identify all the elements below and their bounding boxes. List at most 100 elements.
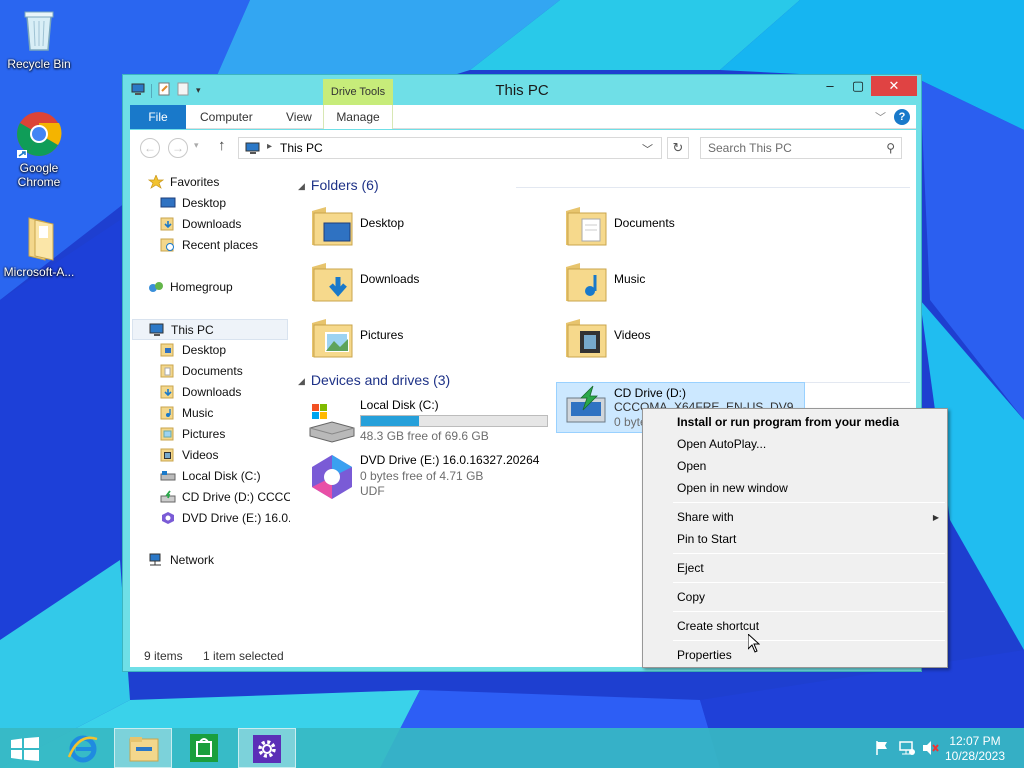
nav-pc-documents[interactable]: Documents	[160, 361, 243, 382]
office-icon	[160, 511, 176, 525]
back-button[interactable]: ←	[140, 138, 160, 158]
cd-drive-icon	[160, 490, 176, 504]
chrome-icon	[15, 110, 63, 158]
folder-tile-pictures[interactable]: Pictures	[308, 311, 538, 363]
network-icon	[148, 553, 164, 567]
menu-item-properties[interactable]: Properties	[677, 648, 732, 662]
videos-icon	[160, 448, 176, 462]
taskbar-file-explorer[interactable]	[114, 728, 172, 768]
system-clock[interactable]: 12:07 PM 10/28/2023	[940, 734, 1010, 764]
tab-view[interactable]: View	[274, 105, 324, 129]
devices-group-header[interactable]: ◢ Devices and drives (3)	[298, 372, 450, 388]
folder-tile-music[interactable]: Music	[562, 255, 792, 307]
documents-folder-icon	[562, 201, 610, 249]
search-icon[interactable]: ⚲	[886, 141, 895, 155]
folder-tile-desktop[interactable]: Desktop	[308, 199, 538, 251]
volume-muted-icon[interactable]	[922, 740, 940, 759]
minimize-button[interactable]: –	[816, 76, 844, 96]
clock-time: 12:07 PM	[949, 734, 1001, 748]
search-input[interactable]	[701, 138, 871, 158]
nav-network[interactable]: Network	[148, 550, 214, 571]
expand-ribbon-icon[interactable]: ﹀	[875, 109, 886, 125]
nav-homegroup[interactable]: Homegroup	[148, 277, 233, 298]
action-center-flag-icon[interactable]	[874, 740, 890, 759]
network-status-icon[interactable]	[898, 740, 916, 759]
menu-item-pin-to-start[interactable]: Pin to Start	[677, 532, 736, 546]
close-button[interactable]: ✕	[871, 76, 917, 96]
desktop-icon-recycle-bin[interactable]: Recycle Bin	[1, 6, 77, 71]
chevron-down-icon[interactable]: ﹀	[642, 141, 653, 157]
folder-tile-downloads[interactable]: Downloads	[308, 255, 538, 307]
forward-button[interactable]: →	[168, 138, 188, 158]
folder-icon	[160, 364, 176, 378]
folder-tile-documents[interactable]: Documents	[562, 199, 792, 251]
breadcrumb-this-pc[interactable]: This PC	[280, 141, 323, 155]
navigation-bar: ← → ▾ ↑ ▸ This PC ﹀ ↻ ⚲	[130, 130, 916, 164]
nav-favorites[interactable]: Favorites	[147, 172, 219, 193]
menu-separator	[673, 582, 945, 583]
nav-pc-local-disk[interactable]: Local Disk (C:)	[160, 466, 261, 487]
taskbar: 12:07 PM 10/28/2023	[0, 728, 1024, 768]
desktop-icon-label: Recycle Bin	[7, 57, 71, 71]
drive-tile-dvd-drive-e[interactable]: DVD Drive (E:) 16.0.16327.20264 0 bytes …	[308, 451, 553, 503]
tab-file[interactable]: File	[130, 105, 186, 129]
menu-item-copy[interactable]: Copy	[677, 590, 705, 604]
start-button[interactable]	[0, 728, 58, 768]
tab-computer[interactable]: Computer	[188, 105, 265, 129]
collapse-icon: ◢	[298, 376, 305, 386]
menu-item-create-shortcut[interactable]: Create shortcut	[677, 619, 759, 633]
group-divider	[516, 187, 910, 188]
address-bar[interactable]: ▸ This PC ﹀	[238, 137, 662, 159]
store-icon	[190, 734, 218, 762]
maximize-button[interactable]: ▢	[844, 76, 872, 96]
folders-group-header[interactable]: ◢ Folders (6)	[298, 177, 379, 193]
context-menu: Install or run program from your media O…	[642, 408, 948, 668]
nav-pc-pictures[interactable]: Pictures	[160, 424, 225, 445]
menu-item-eject[interactable]: Eject	[677, 561, 704, 575]
title-bar[interactable]: ▾ Drive Tools This PC – ▢ ✕	[123, 75, 921, 105]
office-icon	[308, 453, 356, 501]
drive-tile-local-disk-c[interactable]: Local Disk (C:) 48.3 GB free of 69.6 GB	[308, 396, 553, 448]
videos-folder-icon	[562, 313, 610, 361]
computer-icon	[149, 323, 165, 337]
mouse-cursor-icon	[747, 632, 761, 656]
nav-item-desktop[interactable]: Desktop	[160, 193, 226, 214]
nav-pc-desktop[interactable]: Desktop	[160, 340, 226, 361]
nav-pc-videos[interactable]: Videos	[160, 445, 218, 466]
nav-pc-music[interactable]: Music	[160, 403, 213, 424]
music-folder-icon	[562, 257, 610, 305]
menu-item-open-new-window[interactable]: Open in new window	[677, 481, 788, 495]
taskbar-settings[interactable]	[238, 728, 296, 768]
tab-manage[interactable]: Manage	[323, 105, 393, 129]
folder-tile-videos[interactable]: Videos	[562, 311, 792, 363]
desktop-icon-label: Microsoft-A...	[3, 265, 75, 279]
nav-pc-downloads[interactable]: Downloads	[160, 382, 241, 403]
up-button[interactable]: ↑	[218, 137, 226, 154]
cd-drive-icon	[563, 384, 611, 432]
nav-item-recent-places[interactable]: Recent places	[160, 235, 258, 256]
nav-item-downloads[interactable]: Downloads	[160, 214, 241, 235]
submenu-arrow-icon: ▶	[932, 513, 939, 522]
desktop-icon-google-chrome[interactable]: Google Chrome	[1, 110, 77, 189]
collapse-icon: ◢	[298, 181, 305, 191]
menu-item-open[interactable]: Open	[677, 459, 706, 473]
gear-icon	[253, 735, 281, 763]
taskbar-internet-explorer[interactable]	[54, 728, 112, 768]
pictures-icon	[160, 427, 176, 441]
refresh-button[interactable]: ↻	[667, 137, 689, 159]
taskbar-store[interactable]	[176, 728, 234, 768]
desktop-icon-microsoft-a[interactable]: Microsoft-A...	[1, 214, 77, 279]
homegroup-icon	[148, 280, 164, 294]
nav-pc-cd-drive[interactable]: CD Drive (D:) CCCOMA_X64FRE_EN-US_DV9	[160, 487, 290, 508]
downloads-folder-icon	[308, 257, 356, 305]
help-icon[interactable]: ?	[894, 109, 910, 125]
recent-locations-icon[interactable]: ▾	[194, 140, 199, 151]
breadcrumb-separator-icon[interactable]: ▸	[267, 141, 272, 152]
menu-item-open-autoplay[interactable]: Open AutoPlay...	[677, 437, 766, 451]
nav-pc-dvd-drive[interactable]: DVD Drive (E:) 16.0.16327.20264	[160, 508, 290, 529]
menu-item-share-with[interactable]: Share with	[677, 510, 734, 524]
nav-this-pc[interactable]: This PC	[132, 319, 288, 340]
windows-logo-icon	[11, 737, 39, 761]
menu-item-install-run[interactable]: Install or run program from your media	[677, 415, 899, 429]
usage-bar	[360, 415, 548, 427]
